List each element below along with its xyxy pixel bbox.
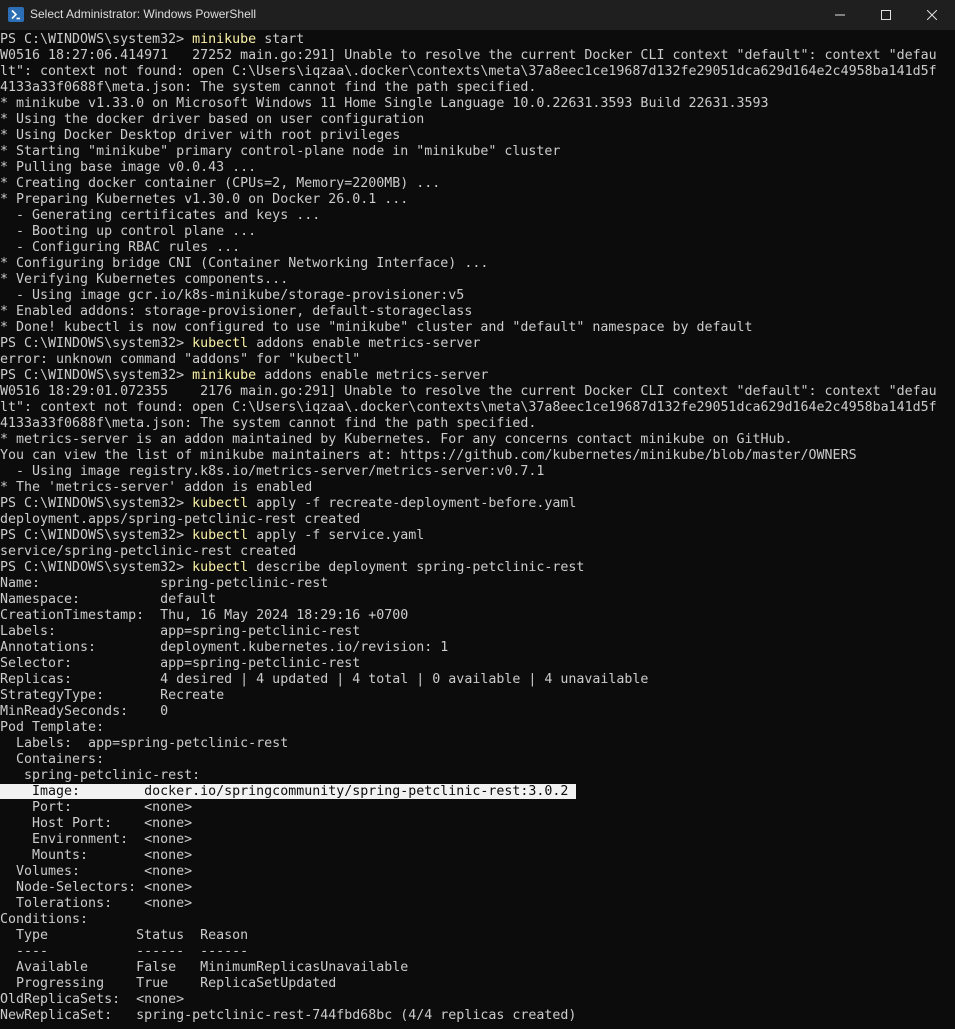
text-selection[interactable]: Image: docker.io/springcommunity/spring-… xyxy=(0,784,577,799)
output-line: * Verifying Kubernetes components... xyxy=(0,272,289,287)
output-line: Selector: app=spring-petclinic-rest xyxy=(0,656,361,671)
prompt-text: PS C:\WINDOWS\system32> xyxy=(0,528,193,543)
output-line: * Enabled addons: storage-provisioner, d… xyxy=(0,304,473,319)
output-line: * Starting "minikube" primary control-pl… xyxy=(0,144,561,159)
output-line: Namespace: default xyxy=(0,592,217,607)
prompt-line: PS C:\WINDOWS\system32> kubectl apply -f… xyxy=(0,496,576,512)
prompt-text: PS C:\WINDOWS\system32> xyxy=(0,32,193,47)
output-line: * Configuring bridge CNI (Container Netw… xyxy=(0,256,489,271)
output-line: * metrics-server is an addon maintained … xyxy=(0,432,793,447)
prompt-line: PS C:\WINDOWS\system32> kubectl addons e… xyxy=(0,336,480,352)
output-line: Conditions: xyxy=(0,912,89,927)
prompt-text: PS C:\WINDOWS\system32> xyxy=(0,496,193,511)
output-line: Node-Selectors: <none> xyxy=(0,880,193,895)
output-line: deployment.apps/spring-petclinic-rest cr… xyxy=(0,512,361,527)
prompt-text: PS C:\WINDOWS\system32> xyxy=(0,368,193,383)
command-args: start xyxy=(256,32,305,47)
output-line: service/spring-petclinic-rest created xyxy=(0,544,297,559)
output-line: Available False MinimumReplicasUnavailab… xyxy=(0,960,409,975)
prompt-line: PS C:\WINDOWS\system32> minikube addons … xyxy=(0,368,488,384)
command-name: kubectl xyxy=(192,528,249,543)
command-args: apply -f recreate-deployment-before.yaml xyxy=(248,496,577,511)
minimize-button[interactable] xyxy=(817,0,863,30)
close-icon xyxy=(927,10,937,20)
output-line: Volumes: <none> xyxy=(0,864,193,879)
output-line: Environment: <none> xyxy=(0,832,193,847)
prompt-text: PS C:\WINDOWS\system32> xyxy=(0,560,193,575)
output-line: W0516 18:27:06.414971 27252 main.go:291]… xyxy=(0,48,937,63)
command-name: kubectl xyxy=(192,560,249,575)
prompt-line: PS C:\WINDOWS\system32> kubectl describe… xyxy=(0,560,584,576)
command-args: describe deployment spring-petclinic-res… xyxy=(248,560,585,575)
output-line: Host Port: <none> xyxy=(0,816,193,831)
command-args: addons enable metrics-server xyxy=(248,336,481,351)
output-line: OldReplicaSets: <none> xyxy=(0,992,185,1007)
command-name: kubectl xyxy=(192,496,249,511)
command-name: kubectl xyxy=(192,336,249,351)
output-line: CreationTimestamp: Thu, 16 May 2024 18:2… xyxy=(0,608,409,623)
output-line: Containers: xyxy=(0,752,105,767)
output-line: Tolerations: <none> xyxy=(0,896,193,911)
terminal-output[interactable]: PS C:\WINDOWS\system32> minikube start W0… xyxy=(0,30,955,1029)
output-line: lt": context not found: open C:\Users\iq… xyxy=(0,64,937,79)
maximize-icon xyxy=(881,10,891,20)
output-line: Mounts: <none> xyxy=(0,848,193,863)
command-name: minikube xyxy=(192,32,257,47)
powershell-icon xyxy=(8,7,24,22)
command-args: apply -f service.yaml xyxy=(248,528,425,543)
output-line: Labels: app=spring-petclinic-rest xyxy=(0,736,289,751)
output-line: - Generating certificates and keys ... xyxy=(0,208,321,223)
output-line: * Using Docker Desktop driver with root … xyxy=(0,128,401,143)
command-name: minikube xyxy=(192,368,257,383)
output-line: - Using image registry.k8s.io/metrics-se… xyxy=(0,464,545,479)
command-args: addons enable metrics-server xyxy=(256,368,489,383)
output-line: Replicas: 4 desired | 4 updated | 4 tota… xyxy=(0,672,649,687)
output-line: Progressing True ReplicaSetUpdated xyxy=(0,976,337,991)
output-line: 4133a33f0688f\meta.json: The system cann… xyxy=(0,80,537,95)
output-line: * Using the docker driver based on user … xyxy=(0,112,425,127)
output-line: Annotations: deployment.kubernetes.io/re… xyxy=(0,640,449,655)
output-line: NewReplicaSet: spring-petclinic-rest-744… xyxy=(0,1008,577,1023)
output-line: MinReadySeconds: 0 xyxy=(0,704,169,719)
close-button[interactable] xyxy=(909,0,955,30)
output-line: lt": context not found: open C:\Users\iq… xyxy=(0,400,937,415)
output-line: * The 'metrics-server' addon is enabled xyxy=(0,480,313,495)
prompt-line: PS C:\WINDOWS\system32> kubectl apply -f… xyxy=(0,528,424,544)
prompt-line: PS C:\WINDOWS\system32> minikube start xyxy=(0,32,304,48)
output-line: - Using image gcr.io/k8s-minikube/storag… xyxy=(0,288,465,303)
output-line: 4133a33f0688f\meta.json: The system cann… xyxy=(0,416,537,431)
output-line: Labels: app=spring-petclinic-rest xyxy=(0,624,361,639)
output-line: - Booting up control plane ... xyxy=(0,224,257,239)
output-line: - Configuring RBAC rules ... xyxy=(0,240,241,255)
title-bar[interactable]: Select Administrator: Windows PowerShell xyxy=(0,0,955,30)
selected-line: Image: docker.io/springcommunity/spring-… xyxy=(0,784,577,800)
output-line: Pod Template: xyxy=(0,720,105,735)
output-line: * Pulling base image v0.0.43 ... xyxy=(0,160,257,175)
output-line: error: unknown command "addons" for "kub… xyxy=(0,352,361,367)
output-line: W0516 18:29:01.072355 2176 main.go:291] … xyxy=(0,384,937,399)
output-line: Type Status Reason xyxy=(0,928,249,943)
output-line: * Done! kubectl is now configured to use… xyxy=(0,320,753,335)
window-title: Select Administrator: Windows PowerShell xyxy=(30,7,257,21)
output-line: * Creating docker container (CPUs=2, Mem… xyxy=(0,176,441,191)
output-line: StrategyType: Recreate xyxy=(0,688,225,703)
output-line: ---- ------ ------ xyxy=(0,944,249,959)
output-line: spring-petclinic-rest: xyxy=(0,768,201,783)
output-line: * Preparing Kubernetes v1.30.0 on Docker… xyxy=(0,192,409,207)
output-line: Name: spring-petclinic-rest xyxy=(0,576,329,591)
output-line: * minikube v1.33.0 on Microsoft Windows … xyxy=(0,96,769,111)
minimize-icon xyxy=(835,14,845,16)
output-line: You can view the list of minikube mainta… xyxy=(0,448,857,463)
output-line: Port: <none> xyxy=(0,800,193,815)
prompt-text: PS C:\WINDOWS\system32> xyxy=(0,336,193,351)
maximize-button[interactable] xyxy=(863,0,909,30)
